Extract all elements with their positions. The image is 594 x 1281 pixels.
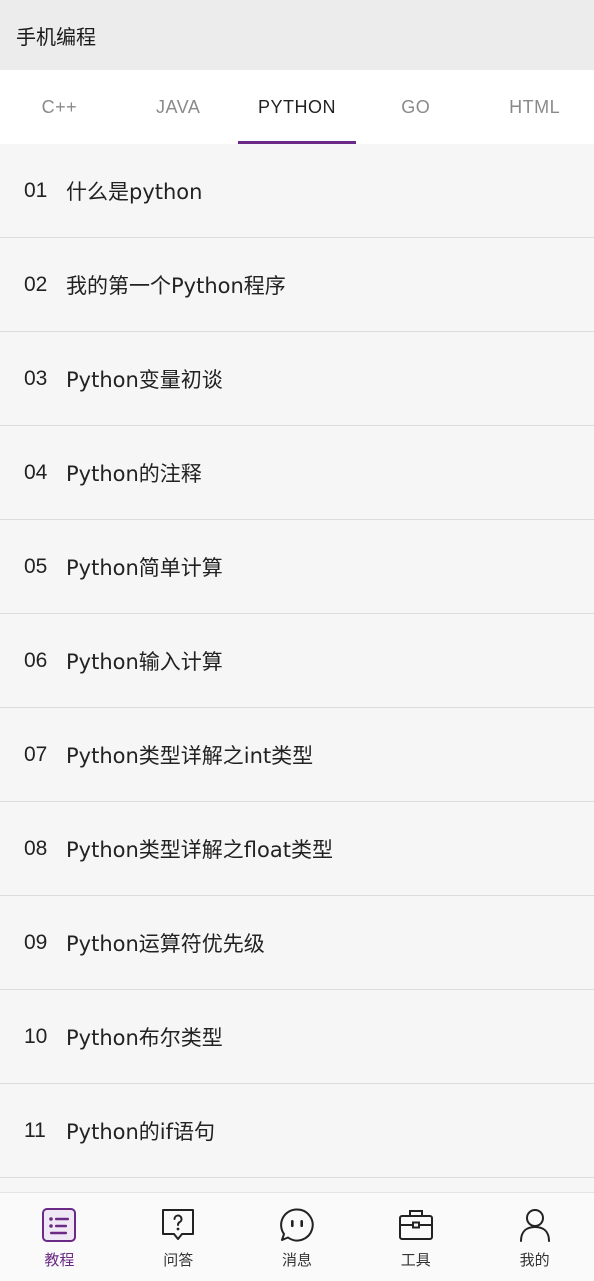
question-bubble-icon [162,1209,195,1240]
lesson-item[interactable]: 11 Python的if语句 [0,1084,594,1178]
lesson-title: Python布尔类型 [66,1025,223,1050]
nav-label: 教程 [44,1251,75,1269]
nav-profile[interactable]: 我的 [475,1193,594,1281]
lesson-number: 08 [24,836,48,860]
lesson-number: 02 [24,272,48,296]
lesson-item[interactable]: 03 Python变量初谈 [0,332,594,426]
lesson-number: 09 [24,930,48,954]
lesson-number: 03 [24,366,48,390]
app-title: 手机编程 [16,24,96,49]
lesson-title: 什么是python [66,179,203,204]
nav-tools[interactable]: 工具 [356,1193,475,1281]
tab-label: JAVA [156,96,201,117]
lesson-number: 06 [24,648,48,672]
tab-label: GO [401,96,431,117]
tab-java[interactable]: JAVA [119,70,238,144]
message-chat-icon [280,1208,314,1242]
lesson-item[interactable]: 10 Python布尔类型 [0,990,594,1084]
tab-python[interactable]: PYTHON [237,70,357,144]
tutorial-list-icon [42,1208,77,1242]
lesson-item[interactable]: 04 Python的注释 [0,426,594,520]
toolbox-icon [398,1210,433,1240]
lesson-title: Python简单计算 [66,555,223,580]
app-bar: 手机编程 [0,0,594,70]
nav-label: 工具 [400,1251,431,1269]
lesson-number: 11 [24,1118,46,1142]
tab-label: PYTHON [257,96,336,117]
lesson-number: 04 [24,460,48,484]
lesson-title: 我的第一个Python程序 [66,273,286,298]
lesson-number: 05 [24,554,48,578]
user-profile-icon [519,1209,550,1242]
lesson-number: 10 [24,1024,48,1048]
lesson-title: Python的if语句 [66,1119,216,1144]
lesson-list: 01 什么是python 02 我的第一个Python程序 03 Python变量初谈… [0,144,594,1178]
lesson-title: Python运算符优先级 [66,931,265,956]
lesson-number: 07 [24,742,48,766]
lesson-title: Python类型详解之int类型 [66,743,314,768]
nav-messages[interactable]: 消息 [238,1193,357,1281]
lesson-item[interactable]: 01 什么是python [0,144,594,238]
tab-cpp[interactable]: C++ [0,70,119,144]
tab-go[interactable]: GO [356,70,475,144]
bottom-navigation: 教程 问答 消息 工具 我的 [0,1192,594,1281]
nav-label: 我的 [519,1251,550,1269]
lesson-item[interactable]: 05 Python简单计算 [0,520,594,614]
language-tab-bar: C++ JAVA PYTHON GO HTML [0,70,594,144]
lesson-title: Python输入计算 [66,649,223,674]
tab-html[interactable]: HTML [475,70,594,144]
lesson-item[interactable]: 02 我的第一个Python程序 [0,238,594,332]
lesson-number: 01 [24,178,48,202]
nav-tutorial[interactable]: 教程 [0,1193,119,1281]
tab-label: HTML [509,96,561,117]
nav-label: 消息 [281,1251,312,1269]
nav-qa[interactable]: 问答 [119,1193,238,1281]
lesson-title: Python的注释 [66,461,202,486]
lesson-item[interactable]: 06 Python输入计算 [0,614,594,708]
lesson-item[interactable]: 09 Python运算符优先级 [0,896,594,990]
nav-label: 问答 [163,1251,194,1269]
lesson-title: Python类型详解之float类型 [66,837,333,862]
lesson-item[interactable]: 07 Python类型详解之int类型 [0,708,594,802]
lesson-item[interactable]: 08 Python类型详解之float类型 [0,802,594,896]
tab-label: C++ [41,96,78,117]
lesson-title: Python变量初谈 [66,367,223,392]
